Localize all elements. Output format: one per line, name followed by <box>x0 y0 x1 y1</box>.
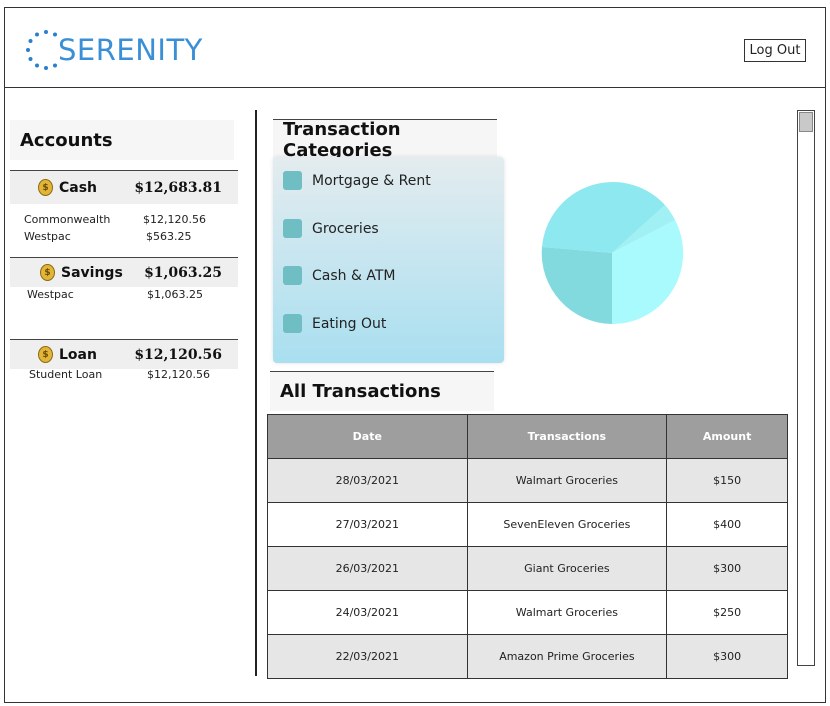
logo-text: SERENITY <box>58 33 203 67</box>
legend-item-mortgage-rent[interactable]: Mortgage & Rent <box>283 171 431 190</box>
cell-amount: $300 <box>666 634 788 679</box>
account-group-name: Cash <box>59 179 98 196</box>
legend-item-cash-atm[interactable]: Cash & ATM <box>283 266 395 285</box>
account-group-total: $1,063.25 <box>144 264 222 281</box>
transactions-title: All Transactions <box>270 371 494 411</box>
logout-button[interactable]: Log Out <box>744 39 806 62</box>
account-item-name[interactable]: Student Loan <box>29 368 102 381</box>
cell-date: 22/03/2021 <box>267 634 468 679</box>
account-item-amount: $12,120.56 <box>147 368 210 381</box>
cell-amount: $400 <box>666 502 788 547</box>
cell-transaction: Amazon Prime Groceries <box>466 634 668 679</box>
column-header-date[interactable]: Date <box>267 414 468 459</box>
column-header-amount[interactable]: Amount <box>666 414 788 459</box>
cell-transaction: Walmart Groceries <box>466 590 668 635</box>
cell-date: 24/03/2021 <box>267 590 468 635</box>
app-logo[interactable]: SERENITY <box>24 28 203 72</box>
cell-amount: $150 <box>666 458 788 503</box>
legend-item-groceries[interactable]: Groceries <box>283 219 379 238</box>
panel-divider <box>255 110 257 676</box>
account-item-amount: $12,120.56 <box>143 213 206 226</box>
account-item-name[interactable]: Westpac <box>24 230 71 243</box>
account-group-loan[interactable]: $ Loan $12,120.56 <box>10 339 238 369</box>
cell-transaction: Giant Groceries <box>466 546 668 591</box>
category-pie-chart[interactable] <box>540 180 686 326</box>
account-item-name[interactable]: Commonwealth <box>24 213 110 226</box>
money-bag-icon: $ <box>38 346 53 363</box>
vertical-scrollbar[interactable] <box>797 110 815 666</box>
column-header-transactions[interactable]: Transactions <box>466 414 668 459</box>
legend-label: Eating Out <box>312 315 387 332</box>
account-group-name: Savings <box>61 264 123 281</box>
cell-amount: $250 <box>666 590 788 635</box>
legend-label: Cash & ATM <box>312 267 396 284</box>
table-row[interactable]: 28/03/2021 Walmart Groceries $150 <box>267 458 788 503</box>
account-group-name: Loan <box>59 346 97 363</box>
table-row[interactable]: 24/03/2021 Walmart Groceries $250 <box>267 590 788 635</box>
cell-date: 28/03/2021 <box>267 458 468 503</box>
account-item-name[interactable]: Westpac <box>27 288 74 301</box>
categories-title: Transaction Categories <box>273 118 497 161</box>
legend-swatch <box>283 171 302 190</box>
scrollbar-thumb[interactable] <box>799 112 813 132</box>
account-item-amount: $563.25 <box>146 230 192 243</box>
cell-amount: $300 <box>666 546 788 591</box>
header-divider <box>4 87 826 88</box>
account-item-amount: $1,063.25 <box>147 288 203 301</box>
transactions-table: Date Transactions Amount 28/03/2021 Walm… <box>267 414 788 679</box>
categories-title-text: Transaction Categories <box>283 118 401 161</box>
legend-label: Mortgage & Rent <box>312 172 431 189</box>
table-row[interactable]: 22/03/2021 Amazon Prime Groceries $300 <box>267 634 788 679</box>
account-group-savings[interactable]: $ Savings $1,063.25 <box>10 257 238 287</box>
cell-date: 26/03/2021 <box>267 546 468 591</box>
legend-swatch <box>283 219 302 238</box>
cell-date: 27/03/2021 <box>267 502 468 547</box>
accounts-title: Accounts <box>10 120 234 160</box>
legend-item-eating-out[interactable]: Eating Out <box>283 314 386 333</box>
money-bag-icon: $ <box>38 179 53 196</box>
table-row[interactable]: 26/03/2021 Giant Groceries $300 <box>267 546 788 591</box>
cell-transaction: SevenEleven Groceries <box>466 502 668 547</box>
transactions-title-text: All Transactions <box>280 381 441 402</box>
pie-slice[interactable] <box>541 247 612 324</box>
money-bag-icon: $ <box>40 264 55 281</box>
table-header-row: Date Transactions Amount <box>267 414 788 459</box>
legend-label: Groceries <box>312 220 379 237</box>
cell-transaction: Walmart Groceries <box>466 458 668 503</box>
account-group-cash[interactable]: $ Cash $12,683.81 <box>10 170 238 204</box>
category-legend: Mortgage & Rent Groceries Cash & ATM Eat… <box>273 157 504 363</box>
accounts-title-text: Accounts <box>20 129 113 151</box>
legend-swatch <box>283 266 302 285</box>
legend-swatch <box>283 314 302 333</box>
table-row[interactable]: 27/03/2021 SevenEleven Groceries $400 <box>267 502 788 547</box>
account-group-total: $12,120.56 <box>134 346 222 363</box>
account-group-total: $12,683.81 <box>134 179 222 196</box>
